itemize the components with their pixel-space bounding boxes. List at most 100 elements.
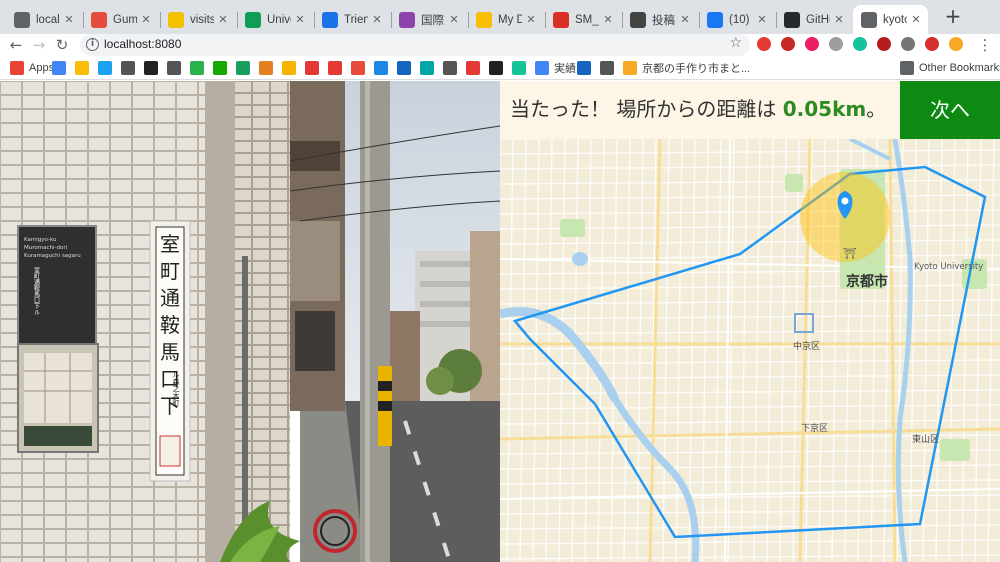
bookmark-item[interactable] <box>489 60 503 76</box>
bookmark-item[interactable] <box>213 60 227 76</box>
bookmark-item[interactable] <box>351 60 365 76</box>
street-view-panorama[interactable]: Kamigyo-ku Muromachi-dori Kuramaguchi sa… <box>0 81 500 562</box>
f-icon[interactable] <box>901 37 915 51</box>
app-icon[interactable] <box>925 37 939 51</box>
close-tab-icon[interactable]: ✕ <box>910 13 922 26</box>
bookmark-item[interactable]: 実績 <box>535 60 576 76</box>
street-view-image: Kamigyo-ku Muromachi-dori Kuramaguchi sa… <box>0 81 500 562</box>
close-tab-icon[interactable]: ✕ <box>602 13 614 26</box>
new-tab-button[interactable]: + <box>942 6 964 28</box>
next-button[interactable]: 次へ <box>900 81 1000 139</box>
tab-title: visits - <box>190 13 214 26</box>
drive-icon <box>476 11 492 28</box>
bookmark-item[interactable] <box>144 60 158 76</box>
bookmark-item[interactable] <box>305 60 319 76</box>
close-tab-icon[interactable]: ✕ <box>756 13 768 26</box>
grammarly-icon[interactable] <box>853 37 867 51</box>
bookmark-item[interactable] <box>397 60 411 76</box>
map-label-university: Kyoto University <box>914 262 984 272</box>
circle-icon <box>322 11 338 28</box>
tab-8[interactable]: 投稿の新✕ <box>622 5 697 34</box>
other-bookmarks-label: Other Bookmarks <box>919 62 1000 74</box>
map-label-city: 京都市 <box>846 274 888 290</box>
tab-3[interactable]: Universi✕ <box>237 5 312 34</box>
gumroad-icon <box>351 61 365 75</box>
globe-icon <box>374 61 388 75</box>
close-tab-icon[interactable]: ✕ <box>217 13 229 26</box>
bookmark-star-icon[interactable]: ☆ <box>729 35 742 51</box>
menu-icon[interactable]: ⋮ <box>975 34 995 56</box>
sign-char: 鞍 <box>160 313 180 337</box>
adblock-icon[interactable] <box>781 37 795 51</box>
app-icon <box>399 11 415 28</box>
plate-text-1: Kamigyo-ku <box>24 237 56 243</box>
ublock-icon[interactable] <box>877 37 891 51</box>
tab-7[interactable]: SM_book✕ <box>545 5 620 34</box>
tab-title: Gumroad <box>113 13 137 26</box>
site-info-icon[interactable]: i <box>86 38 99 51</box>
address-bar[interactable]: i localhost:8080 ☆ <box>80 34 750 56</box>
map-label-nakagyo: 中京区 <box>793 342 821 352</box>
bookmark-item[interactable] <box>52 60 66 76</box>
bookmark-item[interactable] <box>167 60 181 76</box>
tab-1[interactable]: Gumroad✕ <box>83 5 158 34</box>
camera-icon[interactable] <box>829 37 843 51</box>
map-canvas[interactable]: ⛩ <box>500 139 1000 562</box>
app-icon[interactable] <box>805 37 819 51</box>
bookmark-item[interactable] <box>121 60 135 76</box>
back-icon[interactable]: ← <box>6 34 26 56</box>
app-icon <box>259 61 273 75</box>
bookmark-item[interactable] <box>236 60 250 76</box>
tab-4[interactable]: Triennale✕ <box>314 5 389 34</box>
forward-icon[interactable]: → <box>29 34 49 56</box>
tab-strip: localhost✕Gumroad✕visits -✕Universi✕Trie… <box>0 0 1000 34</box>
tab-title: Triennale <box>344 13 368 26</box>
close-tab-icon[interactable]: ✕ <box>679 13 691 26</box>
globe-icon <box>14 11 30 28</box>
sign-char: 馬 <box>160 340 180 364</box>
bookmark-item[interactable] <box>98 60 112 76</box>
avatar[interactable] <box>949 37 963 51</box>
bookmark-item[interactable] <box>420 60 434 76</box>
bookmark-item[interactable] <box>466 60 480 76</box>
bookmark-item[interactable] <box>374 60 388 76</box>
tab-11[interactable]: kyoto_g✕ <box>853 5 928 34</box>
plate-text-3: Kuramaguchi sagaru <box>24 253 81 259</box>
wordpress-icon <box>630 11 646 28</box>
bookmark-item[interactable] <box>328 60 342 76</box>
sign-char: 通 <box>160 286 180 310</box>
feedly-icon <box>190 61 204 75</box>
bookmark-item[interactable]: 京都の手作り市まと... <box>623 60 750 76</box>
bookmark-item[interactable] <box>577 60 591 76</box>
map-panel[interactable]: ⛩ 京都市 Kyoto University 中京区 下京区 東山区 <box>500 139 1000 562</box>
globe-icon <box>861 11 877 28</box>
bookmark-item[interactable] <box>259 60 273 76</box>
close-tab-icon[interactable]: ✕ <box>448 13 460 26</box>
close-tab-icon[interactable]: ✕ <box>294 13 306 26</box>
tab-5[interactable]: 国際交流✕ <box>391 5 466 34</box>
bookmark-item[interactable]: Apps <box>10 60 54 76</box>
reload-icon[interactable]: ↻ <box>52 34 72 56</box>
close-tab-icon[interactable]: ✕ <box>525 13 537 26</box>
close-tab-icon[interactable]: ✕ <box>371 13 383 26</box>
close-tab-icon[interactable]: ✕ <box>140 13 152 26</box>
tab-2[interactable]: visits -✕ <box>160 5 235 34</box>
bookmark-item[interactable] <box>600 60 614 76</box>
tab-6[interactable]: My Drive✕ <box>468 5 543 34</box>
tab-9[interactable]: (10) Fac✕ <box>699 5 774 34</box>
tab-0[interactable]: localhost✕ <box>6 5 81 34</box>
close-tab-icon[interactable]: ✕ <box>833 13 845 26</box>
tab-title: GitHub <box>806 13 830 26</box>
close-tab-icon[interactable]: ✕ <box>63 13 75 26</box>
bookmark-item[interactable] <box>190 60 204 76</box>
tab-10[interactable]: GitHub✕ <box>776 5 851 34</box>
bookmark-item[interactable] <box>512 60 526 76</box>
address-url[interactable]: localhost:8080 <box>104 37 181 51</box>
other-bookmarks[interactable]: Other Bookmarks <box>900 60 1000 76</box>
vivaldi-icon[interactable] <box>757 37 771 51</box>
globe-icon <box>167 61 181 75</box>
bookmark-item[interactable] <box>282 60 296 76</box>
bookmark-label: 実績 <box>554 63 576 75</box>
bookmark-item[interactable] <box>75 60 89 76</box>
bookmark-item[interactable] <box>443 60 457 76</box>
